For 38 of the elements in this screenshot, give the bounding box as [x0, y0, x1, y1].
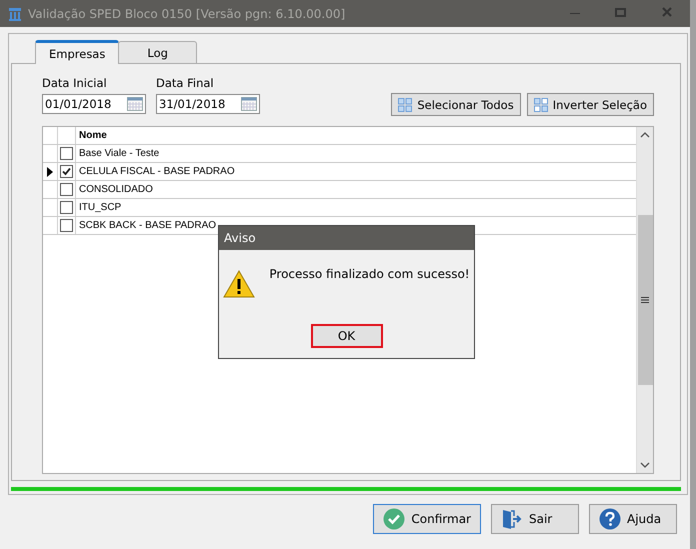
checkbox[interactable]: [60, 147, 73, 160]
dialog-title: Aviso: [219, 226, 474, 250]
table-cell-text: SCBK BACK - BASE PADRAO: [78, 219, 218, 233]
date-field[interactable]: 01/01/2018: [42, 94, 146, 114]
grip-icon: [641, 297, 649, 303]
help-icon: [599, 508, 621, 530]
help-button[interactable]: Ajuda: [589, 504, 677, 534]
checkbox[interactable]: [60, 183, 73, 196]
column-header[interactable]: Nome: [76, 127, 636, 144]
table-cell-text: Base Viale - Teste: [78, 147, 160, 161]
checkbox[interactable]: [60, 201, 73, 214]
grid-icon: [534, 98, 548, 112]
scrollbar[interactable]: [636, 127, 653, 473]
calendar-icon[interactable]: [127, 97, 143, 111]
warning-icon: [223, 270, 256, 298]
grid-icon: [398, 98, 412, 112]
scroll-thumb[interactable]: [638, 215, 652, 385]
confirm-button[interactable]: Confirmar: [373, 504, 481, 534]
building-icon: [8, 6, 22, 20]
field-label: Data Final: [156, 76, 215, 90]
select-all-button[interactable]: Selecionar Todos: [391, 93, 521, 116]
table-cell-text: ITU_SCP: [78, 201, 122, 215]
checkbox[interactable]: [60, 165, 73, 178]
ok-button[interactable]: OK: [310, 324, 382, 348]
date-field[interactable]: 31/01/2018: [156, 94, 260, 114]
field-label: Data Inicial: [42, 76, 108, 90]
calendar-icon[interactable]: [241, 97, 257, 111]
exit-button[interactable]: Sair: [491, 504, 579, 534]
table-cell-text: CONSOLIDADO: [78, 183, 154, 197]
dialog-message: Processo finalizado com sucesso!: [269, 267, 470, 281]
tab[interactable]: Log: [118, 41, 197, 63]
table-cell-text: CELULA FISCAL - BASE PADRAO: [78, 165, 236, 179]
checkmark-icon: [383, 508, 406, 530]
tab[interactable]: Empresas: [35, 40, 120, 64]
door-exit-icon: [501, 508, 523, 530]
window-title: Validação SPED Bloco 0150 [Versão pgn: 6.10.00.00]: [28, 6, 346, 20]
invert-selection-button[interactable]: Inverter Seleção: [526, 93, 654, 116]
checkbox[interactable]: [60, 219, 73, 232]
